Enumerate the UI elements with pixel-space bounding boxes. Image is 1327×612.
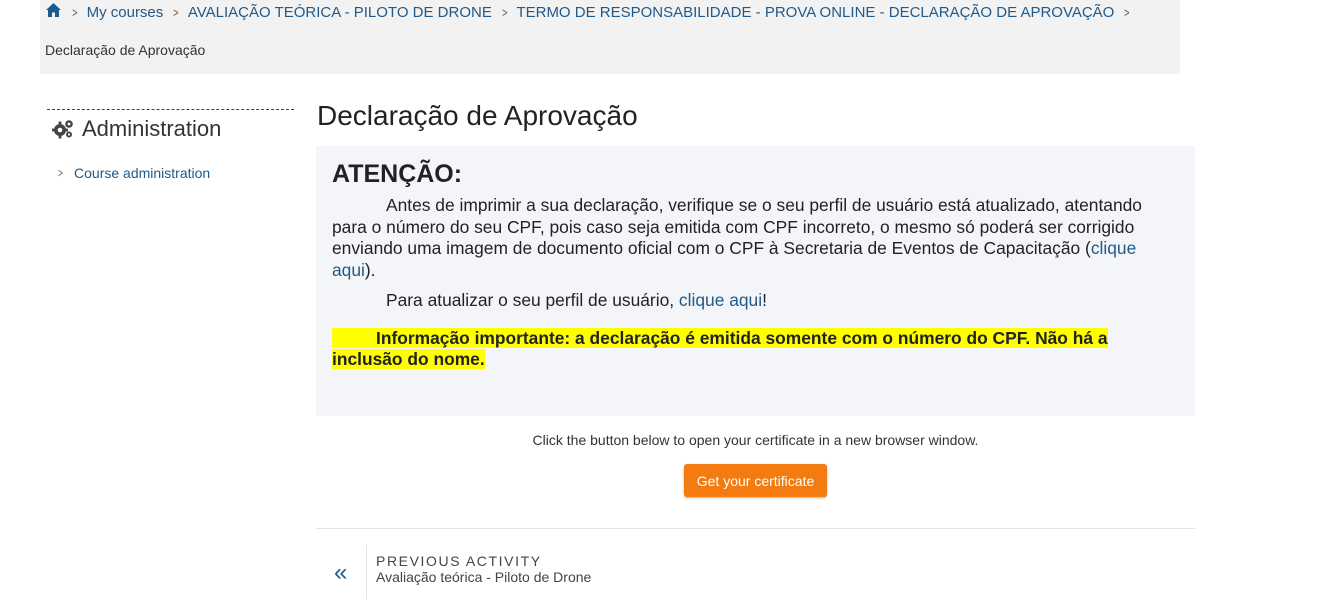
administration-block: Administration > Course administration xyxy=(47,109,294,181)
important-info: Informação importante: a declaração é em… xyxy=(332,327,1108,369)
previous-activity-nav[interactable]: « PREVIOUS ACTIVITY Avaliação teórica - … xyxy=(316,545,716,599)
breadcrumb-current: Declaração de Aprovação xyxy=(45,42,206,58)
breadcrumb-section[interactable]: TERMO DE RESPONSABILIDADE - PROVA ONLINE… xyxy=(516,4,1114,21)
previous-activity-label: PREVIOUS ACTIVITY xyxy=(376,553,542,569)
double-chevron-left-icon: « xyxy=(334,559,348,586)
home-link[interactable] xyxy=(45,2,62,22)
home-icon xyxy=(46,3,61,17)
breadcrumb-separator: > xyxy=(173,4,179,20)
notice-heading: ATENÇÃO: xyxy=(332,160,463,188)
administration-title: Administration xyxy=(82,116,222,141)
notice-paragraph-2: Para atualizar o seu perfil de usuário, … xyxy=(386,290,767,310)
breadcrumb-course[interactable]: AVALIAÇÃO TEÓRICA - PILOTO DE DRONE xyxy=(188,4,492,21)
breadcrumb-separator: > xyxy=(1124,4,1130,20)
page-title: Declaração de Aprovação xyxy=(317,100,638,131)
gears-icon xyxy=(52,120,73,139)
breadcrumb-bar: > My courses > AVALIAÇÃO TEÓRICA - PILOT… xyxy=(40,0,1180,74)
course-administration-link[interactable]: Course administration xyxy=(74,165,210,181)
certificate-instruction: Click the button below to open your cert… xyxy=(532,432,979,448)
previous-activity-link[interactable]: Avaliação teórica - Piloto de Drone xyxy=(376,569,591,585)
breadcrumb: > My courses > AVALIAÇÃO TEÓRICA - PILOT… xyxy=(45,3,1139,21)
chevron-right-icon: > xyxy=(58,166,63,180)
course-administration-item[interactable]: > Course administration xyxy=(57,165,294,181)
divider xyxy=(316,528,1195,529)
get-certificate-button[interactable]: Get your certificate xyxy=(684,464,827,497)
divider xyxy=(366,545,367,599)
notice-box: ATENÇÃO: Antes de imprimir a sua declara… xyxy=(316,146,1195,416)
administration-header: Administration xyxy=(52,116,294,142)
breadcrumb-separator: > xyxy=(72,4,78,20)
breadcrumb-separator: > xyxy=(501,4,508,20)
breadcrumb-my-courses[interactable]: My courses xyxy=(87,4,164,21)
update-profile-link[interactable]: clique aqui xyxy=(679,290,762,310)
notice-paragraph-1: Antes de imprimir a sua declaração, veri… xyxy=(332,195,1142,280)
